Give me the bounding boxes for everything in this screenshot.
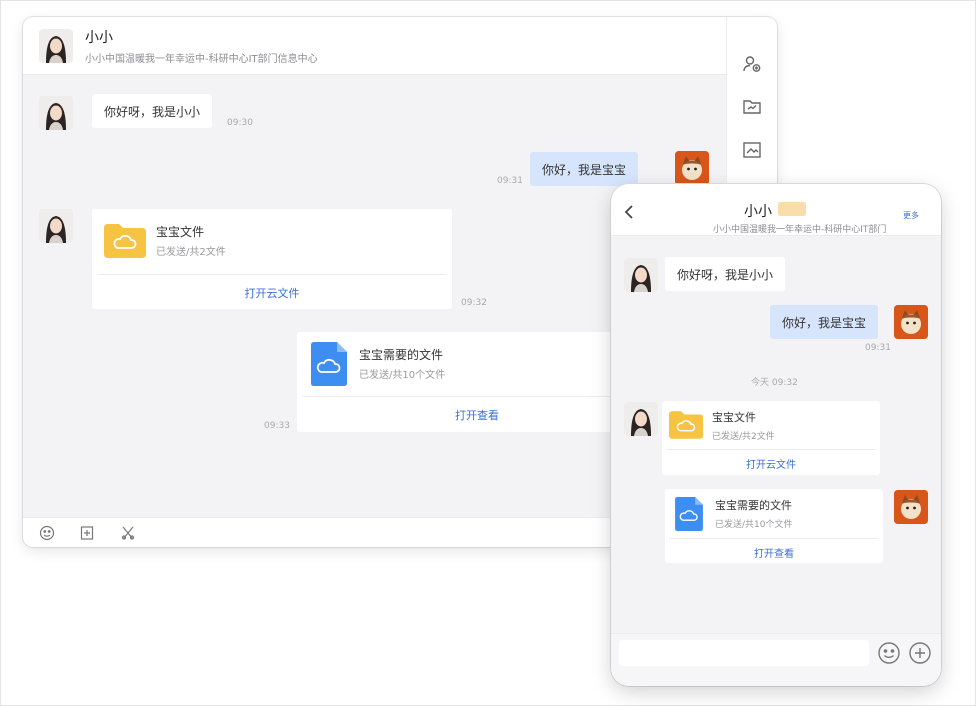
card-divider [303,396,631,397]
contact-avatar[interactable] [624,258,658,292]
cloud-folder-icon [669,411,703,439]
cloud-document-icon [675,497,703,531]
contact-avatar[interactable] [39,209,73,243]
open-cloud-file-link[interactable]: 打开云文件 [92,285,452,301]
message-bubble-incoming[interactable]: 你好呀，我是小小 [665,257,786,291]
contact-avatar[interactable] [39,29,73,63]
mobile-contact-name: 小小 [744,204,772,220]
cloud-document-icon [311,342,347,386]
file-meta: 已发送/共10个文件 [715,520,793,530]
message-bubble-outgoing[interactable]: 你好，我是宝宝 [530,152,639,186]
contact-name: 小小 [85,30,113,46]
mobile-contact-status: 小小中国温暖我一年幸运中-科研中心IT部门 [713,225,887,235]
date-divider: 今天 09:32 [751,378,798,388]
message-time: 09:31 [865,343,891,353]
back-arrow-icon[interactable] [623,204,635,220]
card-divider [98,274,446,275]
open-view-link[interactable]: 打开查看 [297,407,657,423]
mobile-input-bar [611,633,941,686]
scissors-icon[interactable] [120,525,136,541]
cloud-folder-icon [104,224,146,258]
file-meta: 已发送/共10个文件 [359,370,446,381]
my-avatar[interactable] [675,151,709,185]
folder-icon[interactable] [741,96,763,118]
file-icon[interactable] [79,525,95,541]
card-divider [669,538,879,539]
mobile-chat-window: 小小 小小中国温暖我一年幸运中-科研中心IT部门 更多 你好呀，我是小小 你好，… [611,184,941,686]
message-time: 09:32 [461,298,487,308]
emoji-icon[interactable] [877,641,901,665]
card-divider [666,449,876,450]
file-meta: 已发送/共2文件 [156,247,226,258]
message-time: 09:31 [497,176,523,186]
message-time: 09:33 [264,421,290,431]
my-avatar[interactable] [894,305,928,339]
open-view-link[interactable]: 打开查看 [665,545,883,560]
my-avatar[interactable] [894,490,928,524]
message-bubble-incoming[interactable]: 你好呀，我是小小 [92,94,213,128]
message-input[interactable] [619,640,869,666]
status-badge [778,202,806,216]
chat-header: 小小 小小中国温暖我一年幸运中-科研中心IT部门信息中心 [23,17,726,75]
contact-status: 小小中国温暖我一年幸运中-科研中心IT部门信息中心 [85,54,318,65]
file-name: 宝宝文件 [712,411,756,424]
file-card[interactable]: 宝宝需要的文件 已发送/共10个文件 打开查看 [665,489,883,563]
file-card[interactable]: 宝宝文件 已发送/共2文件 打开云文件 [662,401,880,475]
user-icon[interactable] [741,53,763,75]
emoji-icon[interactable] [39,525,55,541]
file-card[interactable]: 宝宝文件 已发送/共2文件 打开云文件 [92,209,452,309]
file-meta: 已发送/共2文件 [712,432,775,442]
contact-avatar[interactable] [624,402,658,436]
open-cloud-file-link[interactable]: 打开云文件 [662,456,880,471]
file-name: 宝宝需要的文件 [359,348,444,362]
plus-icon[interactable] [908,641,932,665]
image-icon[interactable] [741,139,763,161]
message-time: 09:30 [227,118,253,128]
mobile-chat-header: 小小 小小中国温暖我一年幸运中-科研中心IT部门 更多 [611,184,941,236]
more-link[interactable]: 更多 [903,210,919,221]
message-bubble-outgoing[interactable]: 你好，我是宝宝 [770,305,879,339]
file-card[interactable]: 宝宝需要的文件 已发送/共10个文件 打开查看 [297,332,637,432]
file-name: 宝宝文件 [156,225,205,239]
contact-avatar[interactable] [39,96,73,130]
file-name: 宝宝需要的文件 [715,499,792,512]
